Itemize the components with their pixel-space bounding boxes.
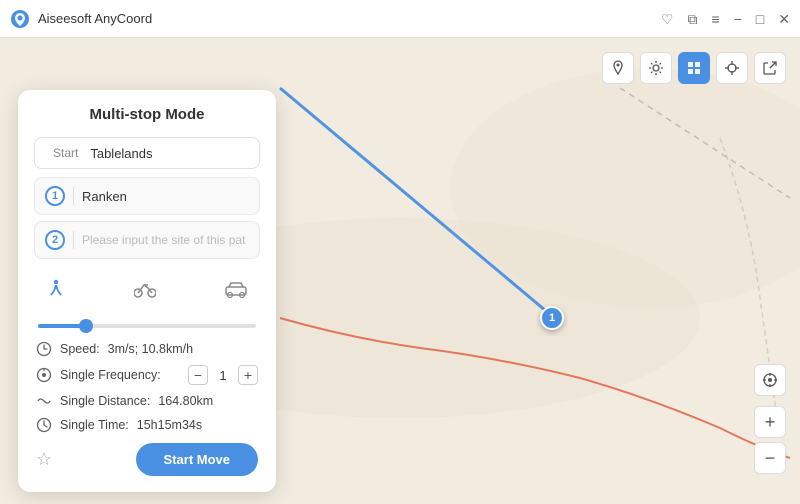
crosshair-toolbar-icon [724,60,740,76]
frequency-label: Single Frequency: [60,368,161,382]
heart-title-icon[interactable]: ♡ [661,12,674,26]
zoom-in-button[interactable]: + [754,406,786,438]
pin-toolbar-icon [610,60,626,76]
location-button[interactable] [754,364,786,396]
frequency-value: 1 [216,368,230,383]
start-label: Start [53,146,78,160]
bike-mode-button[interactable] [126,277,164,303]
speed-icon [36,341,52,357]
time-value: 15h15m34s [137,418,202,432]
waypoint-row-1[interactable]: 1 Ranken [34,177,260,215]
titlebar-controls: ♡ ⧉ ≡ − □ ✕ [661,12,790,26]
frequency-icon [36,367,52,383]
frequency-decrease-button[interactable]: − [188,365,208,385]
speed-slider[interactable] [38,324,256,328]
speed-value: 3m/s; 10.8km/h [108,342,193,356]
waypoint-circle-1: 1 [45,186,65,206]
distance-icon [36,393,52,409]
map-toolbar [602,52,786,84]
time-info-row: Single Time: 15h15m34s [34,417,260,433]
waypoint-circle-2: 2 [45,230,65,250]
app-title: Aiseesoft AnyCoord [38,11,152,26]
distance-value: 164.80km [158,394,213,408]
window-title-icon[interactable]: ⧉ [687,12,697,26]
titlebar-left: Aiseesoft AnyCoord [10,9,152,29]
waypoint-row-2[interactable]: 2 Please input the site of this pat [34,221,260,259]
distance-label: Single Distance: [60,394,150,408]
app-logo-icon [10,9,30,29]
car-icon [224,282,248,298]
map-area[interactable]: 1 [0,38,800,504]
waypoint-divider-1 [73,187,74,205]
pin-toolbar-button[interactable] [602,52,634,84]
panel: Multi-stop Mode Start 1 Ranken [18,90,276,492]
frequency-increase-button[interactable]: + [238,365,258,385]
settings-toolbar-button[interactable] [640,52,672,84]
time-icon [36,417,52,433]
frequency-info-row: Single Frequency: − 1 + [34,365,260,385]
crosshair-toolbar-button[interactable] [716,52,748,84]
close-button[interactable]: ✕ [778,12,790,26]
start-move-button[interactable]: Start Move [136,443,258,476]
frequency-controls: − 1 + [188,365,258,385]
time-label: Single Time: [60,418,129,432]
speed-label: Speed: [60,342,100,356]
waypoint-2-placeholder: Please input the site of this pat [82,233,245,247]
panel-actions: ☆ Start Move [34,443,260,476]
titlebar: Aiseesoft AnyCoord ♡ ⧉ ≡ − □ ✕ [0,0,800,38]
maximize-button[interactable]: □ [756,12,764,26]
start-field: Start [34,137,260,169]
start-input[interactable] [90,146,266,161]
grid-toolbar-button[interactable] [678,52,710,84]
waypoint-1-value: Ranken [82,189,249,204]
minimize-button[interactable]: − [734,12,742,26]
favorite-button[interactable]: ☆ [36,449,52,470]
walk-mode-button[interactable] [38,275,74,305]
slider-row [34,313,260,341]
speed-info-row: Speed: 3m/s; 10.8km/h [34,341,260,357]
menu-title-icon[interactable]: ≡ [711,12,719,26]
transport-row [34,265,260,309]
export-toolbar-button[interactable] [754,52,786,84]
settings-toolbar-icon [648,60,664,76]
bike-icon [134,281,156,299]
zoom-controls: + − [754,364,786,474]
map-marker-1: 1 [540,306,564,330]
waypoint-divider-2 [73,231,74,249]
grid-toolbar-icon [686,60,702,76]
car-mode-button[interactable] [216,278,256,302]
export-toolbar-icon [762,60,778,76]
zoom-out-button[interactable]: − [754,442,786,474]
distance-info-row: Single Distance: 164.80km [34,393,260,409]
location-icon [762,372,778,388]
panel-title: Multi-stop Mode [34,106,260,123]
walk-icon [46,279,66,301]
